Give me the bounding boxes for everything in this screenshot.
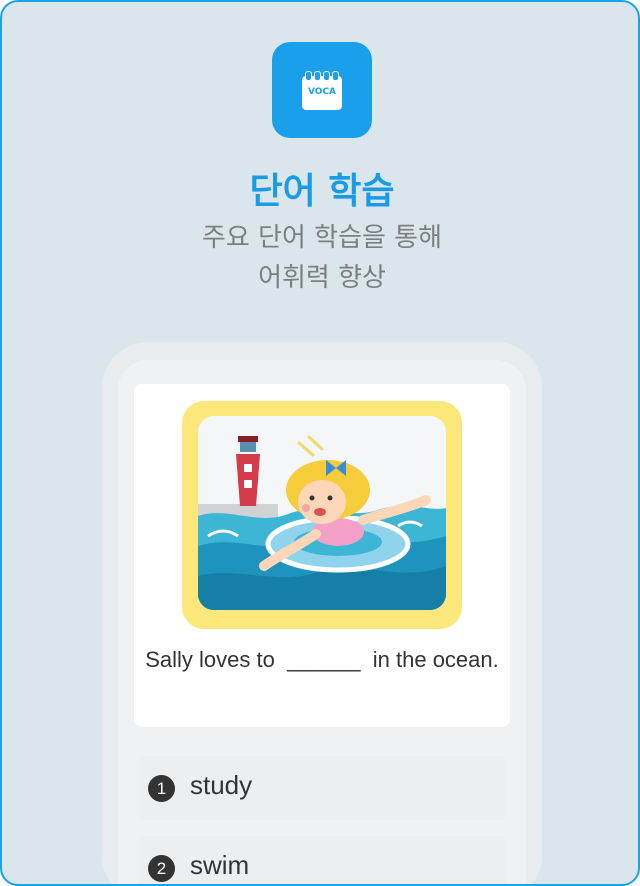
option-number: 2: [148, 855, 175, 882]
subtitle-line-1: 주요 단어 학습을 통해: [201, 223, 443, 253]
option-study[interactable]: 1 study: [138, 756, 506, 820]
subtitle-line-2: 어휘력 향상: [258, 263, 386, 293]
question-sentence: Sally loves to ______ in the ocean.: [134, 642, 510, 678]
option-swim[interactable]: 2 swim: [138, 836, 506, 884]
voca-app-icon: VOCA: [272, 42, 372, 138]
feature-card: VOCA 단어 학습 주요 단어 학습을 통해 어휘력 향상 Sally lov…: [0, 0, 640, 886]
voca-label: VOCA: [307, 87, 337, 97]
option-label: study: [190, 770, 253, 800]
option-label: swim: [190, 850, 250, 880]
option-number: 1: [148, 775, 175, 802]
page-title: 단어 학습: [249, 171, 395, 212]
page-subtitle: 주요 단어 학습을 통해 어휘력 향상: [2, 218, 638, 298]
girl-swimming-illustration: [198, 416, 446, 610]
illustration-frame: [182, 401, 462, 629]
notebook-icon: VOCA: [302, 71, 342, 110]
answer-blank: ______: [287, 647, 361, 672]
sentence-before: Sally loves to: [145, 647, 275, 672]
sentence-after: in the ocean.: [372, 647, 499, 672]
question-card: Sally loves to ______ in the ocean.: [134, 384, 510, 727]
